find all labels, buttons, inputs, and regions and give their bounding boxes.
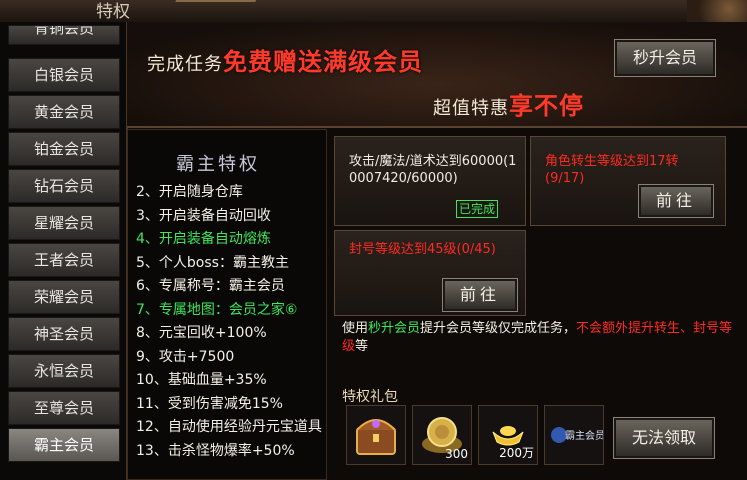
task-card-attack: 攻击/魔法/道术达到60000(10007420/60000) 已完成 bbox=[334, 136, 526, 226]
privilege-title: 霸主特权 bbox=[176, 154, 260, 175]
gift-slot-chest[interactable] bbox=[346, 405, 406, 465]
upgrade-notice: 使用秒升会员提升会员等级仅完成任务，不会额外提升转生、封号等级等 bbox=[342, 320, 742, 356]
treasure-chest-icon bbox=[356, 419, 396, 455]
title-bar: 特权 bbox=[0, 0, 747, 24]
banner-line-2-highlight: 享不停 bbox=[509, 91, 584, 120]
privilege-item: 2、开启随身仓库 bbox=[136, 184, 243, 200]
claim-button[interactable]: 无法领取 bbox=[613, 417, 715, 459]
banner-line-1-highlight: 免费赠送满级会员 bbox=[223, 47, 423, 76]
sidebar-item-glory[interactable]: 荣耀会员 bbox=[8, 280, 120, 314]
sidebar-item-star[interactable]: 星耀会员 bbox=[8, 206, 120, 240]
privilege-item: 12、自动使用经验丹元宝道具 bbox=[136, 419, 322, 435]
banner-line-2-prefix: 超值特惠 bbox=[433, 98, 509, 119]
privilege-item: 6、专属称号：霸主会员 bbox=[136, 278, 285, 294]
sidebar-item-silver[interactable]: 白银会员 bbox=[8, 58, 120, 92]
rank-go-button[interactable]: 前往 bbox=[442, 278, 518, 312]
sidebar-item-divine[interactable]: 神圣会员 bbox=[8, 317, 120, 351]
notice-part-5: 等 bbox=[355, 339, 369, 354]
task-attack-text: 攻击/魔法/道术达到60000(10007420/60000) bbox=[349, 154, 517, 186]
task-card-rank: 封号等级达到45级(0/45) 前往 bbox=[334, 230, 526, 316]
gift-pack-section: 特权礼包 300 200万 霸主会员 无法领取 bbox=[330, 380, 730, 480]
sidebar-item-gold[interactable]: 黄金会员 bbox=[8, 95, 120, 129]
gift-slot-title[interactable]: 霸主会员 bbox=[544, 405, 605, 465]
sidebar-item-bronze[interactable]: 青铜会员 bbox=[8, 25, 120, 45]
banner-line-2: 超值特惠享不停 bbox=[433, 86, 584, 121]
privilege-item: 8、元宝回收+100% bbox=[136, 325, 267, 341]
notice-part-1: 使用 bbox=[342, 321, 369, 336]
privilege-item: 7、专属地图：会员之家⑥ bbox=[136, 301, 298, 318]
rebirth-go-button[interactable]: 前往 bbox=[638, 184, 714, 218]
task-rank-text: 封号等级达到45级(0/45) bbox=[349, 242, 496, 257]
privilege-item: 10、基础血量+35% bbox=[136, 372, 267, 388]
sidebar-item-supreme[interactable]: 至尊会员 bbox=[8, 391, 120, 425]
gift-slot-ingot[interactable]: 200万 bbox=[478, 405, 538, 465]
privilege-item: 9、攻击+7500 bbox=[136, 348, 235, 365]
promo-banner: 完成任务免费赠送满级会员 超值特惠享不停 秒升会员 bbox=[127, 22, 747, 128]
corner-ornament bbox=[687, 0, 747, 22]
ingot-count: 200万 bbox=[499, 446, 534, 460]
privilege-item: 4、开启装备自动熔炼 bbox=[136, 231, 271, 247]
privilege-item: 3、开启装备自动回收 bbox=[136, 207, 271, 224]
privilege-item: 5、个人boss：霸主教主 bbox=[136, 254, 289, 271]
sidebar: 青铜会员 白银会员 黄金会员 铂金会员 钻石会员 星耀会员 王者会员 荣耀会员 … bbox=[0, 22, 128, 480]
sidebar-item-king[interactable]: 王者会员 bbox=[8, 243, 120, 277]
notice-part-2: 秒升会员 bbox=[368, 321, 421, 336]
privilege-list: 2、开启随身仓库 3、开启装备自动回收 4、开启装备自动熔炼 5、个人boss：… bbox=[136, 181, 326, 463]
coin-count: 300 bbox=[445, 447, 468, 461]
sidebar-item-platinum[interactable]: 铂金会员 bbox=[8, 132, 120, 166]
banner-line-1: 完成任务免费赠送满级会员 bbox=[147, 42, 423, 77]
vip-title-text: 霸主会员 bbox=[565, 429, 603, 442]
vip-title-icon: 霸主会员 bbox=[551, 427, 605, 443]
sidebar-item-overlord[interactable]: 霸主会员 bbox=[8, 428, 120, 462]
privilege-item: 11、受到伤害减免15% bbox=[136, 395, 283, 412]
banner-line-1-prefix: 完成任务 bbox=[147, 54, 223, 75]
privilege-panel: 霸主特权 2、开启随身仓库 3、开启装备自动回收 4、开启装备自动熔炼 5、个人… bbox=[127, 129, 327, 480]
gift-pack-label: 特权礼包 bbox=[342, 389, 398, 405]
sidebar-item-diamond[interactable]: 钻石会员 bbox=[8, 169, 120, 203]
task-completed-badge: 已完成 bbox=[456, 200, 499, 218]
privilege-item: 13、击杀怪物爆率+50% bbox=[136, 442, 295, 459]
sidebar-item-eternal[interactable]: 永恒会员 bbox=[8, 354, 120, 388]
task-card-rebirth: 角色转生等级达到17转(9/17) 前往 bbox=[530, 136, 726, 226]
title-decoration bbox=[163, 0, 257, 22]
gift-slot-coin[interactable]: 300 bbox=[412, 405, 472, 465]
task-rebirth-text: 角色转生等级达到17转(9/17) bbox=[545, 154, 679, 186]
notice-part-3: 提升会员等级仅完成任务， bbox=[420, 321, 577, 336]
window-title: 特权 bbox=[96, 2, 130, 22]
instant-upgrade-button[interactable]: 秒升会员 bbox=[614, 39, 716, 77]
